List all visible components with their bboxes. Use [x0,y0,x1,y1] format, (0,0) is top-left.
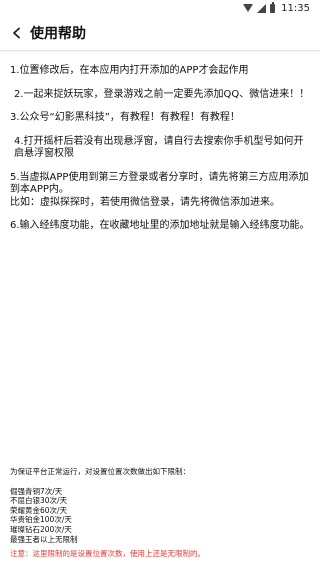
limit-rule: 不屈白银30次/天 [10,496,68,506]
help-item-5: 5.当虚拟APP使用到第三方登录或者分享时，请先将第三方应用添加到本APP内。 … [10,171,309,208]
help-content: 1.位置修改后，在本应用内打开添加的APP才会起作用 2.一起来捉妖玩家，登录游… [0,51,320,233]
chevron-left-icon [13,27,20,39]
status-icons [243,1,276,13]
limit-rule: 最强王者以上无限制 [10,534,78,544]
help-item-3: 3.公众号“幻影黑科技”，有教程！有教程！有教程！ [10,112,240,123]
status-time: 11:35 [281,2,310,14]
page-title: 使用帮助 [30,26,86,42]
limit-rule: 倔强青铜7次/天 [10,486,63,496]
wifi-icon [243,4,254,12]
limits-intro: 为保证平台正常运行，对设置位置次数做出如下限制： [10,467,190,476]
notice-text: 注意：这里限制的是设置位置次数，使用上还是无限制的。 [10,549,205,558]
help-item-6: 6.输入经纬度功能，在收藏地址里的添加地址就是输入经纬度功能。 [10,220,310,231]
status-bar: 11:35 [0,0,320,16]
help-item-4: 4.打开摇杆后若没有出现悬浮窗，请自行去搜索你手机型号如何开启悬浮窗权限 [14,135,304,160]
limit-rule: 璀璨钻石200次/天 [10,524,72,534]
help-item-2: 2.一起来捉妖玩家，登录游戏之前一定要先添加QQ、微信进来！！ [14,88,310,100]
limit-rule: 荣耀黄金60次/天 [10,505,68,515]
back-button[interactable] [6,22,28,44]
help-item-1: 1.位置修改后，在本应用内打开添加的APP才会起作用 [10,65,249,76]
signal-icon [257,3,267,13]
limits-section: 为保证平台正常运行，对设置位置次数做出如下限制： 倔强青铜7次/天 不屈白银30… [10,467,310,544]
battery-icon [270,1,276,13]
app-bar: 使用帮助 [0,16,320,51]
limit-rule: 华贵铂金100次/天 [10,515,72,525]
